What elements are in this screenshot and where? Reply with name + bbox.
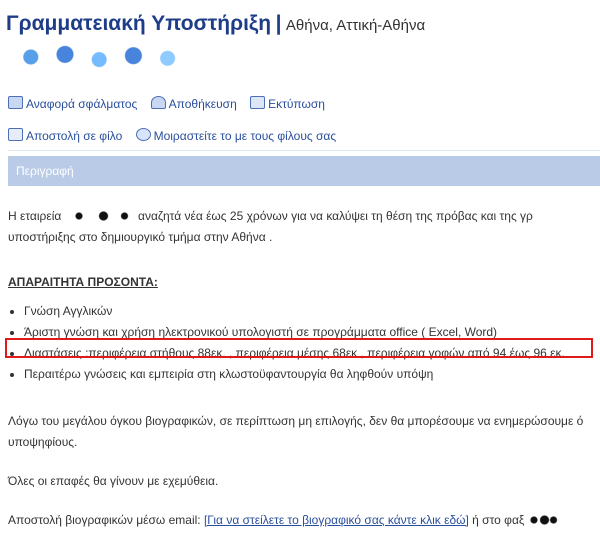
section-title: Περιγραφή [16, 164, 74, 178]
action-bar-secondary: Αποστολή σε φίλο Μοιραστείτε το με τους … [8, 128, 346, 143]
requirement-item: Περαιτέρω γνώσεις και εμπειρία στη κλωστ… [24, 364, 600, 385]
person-icon [150, 96, 166, 109]
share-link[interactable]: Μοιραστείτε το με τους φίλους σας [135, 128, 336, 143]
requirements-heading: ΑΠΑΡΑΙΤΗΤΑ ΠΡΟΣΟΝΤΑ: [8, 275, 158, 289]
save-link[interactable]: Αποθήκευση [150, 96, 237, 111]
page-header: Γραμματειακή Υποστήριξη | Αθήνα, Αττική-… [6, 12, 425, 36]
report-error-link[interactable]: Αναφορά σφάλματος [8, 96, 137, 111]
intro-paragraph-line2: υποστήριξης στο δημιουργικό τμήμα στην Α… [8, 230, 273, 244]
mail-icon [8, 128, 23, 141]
redacted-fax-number [527, 514, 558, 526]
cv-submission: Αποστολή βιογραφικών μέσω email: [Για να… [8, 510, 600, 531]
job-title: Γραμματειακή Υποστήριξη [6, 12, 272, 35]
job-description: Η εταιρεία αναζητά νέα έως 25 χρόνων για… [8, 206, 600, 531]
redacted-company-logo [8, 44, 198, 70]
confidentiality-note: Όλες οι επαφές θα γίνουν με εχεμύθεια. [8, 474, 219, 488]
job-location: Αθήνα, Αττική-Αθήνα [285, 17, 426, 34]
send-to-friend-link[interactable]: Αποστολή σε φίλο [8, 128, 122, 143]
redacted-company-name [64, 210, 135, 222]
notice-line-1: Λόγω του μεγάλου όγκου βιογραφικών, σε π… [8, 414, 584, 428]
printer-icon [250, 96, 266, 109]
notice-line-2: υποψηφίους. [8, 435, 78, 449]
divider [8, 150, 600, 151]
red-highlight-box [5, 338, 593, 358]
section-header: Περιγραφή [8, 156, 600, 186]
print-link[interactable]: Εκτύπωση [250, 96, 325, 111]
cv-email-link[interactable]: [Για να στείλετε το βιογραφικό σας κάντε… [204, 513, 469, 527]
action-bar-primary: Αναφορά σφάλματος Αποθήκευση Εκτύπωση [8, 96, 335, 111]
share-icon [135, 128, 151, 141]
intro-paragraph: Η εταιρεία αναζητά νέα έως 25 χρόνων για… [8, 209, 533, 223]
title-divider: | [275, 12, 282, 35]
flag-icon [8, 96, 23, 109]
requirement-item: Γνώση Αγγλικών [24, 301, 600, 322]
